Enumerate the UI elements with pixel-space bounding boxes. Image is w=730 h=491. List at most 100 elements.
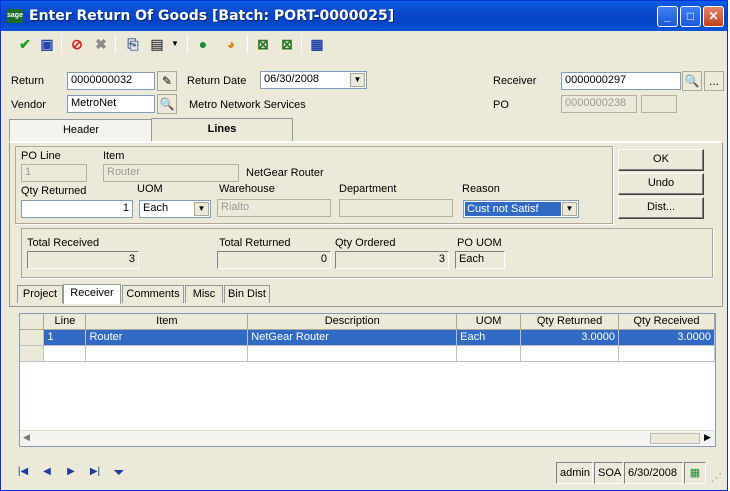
cell-item[interactable]: Router	[85, 329, 249, 346]
app-icon: sage	[7, 9, 23, 23]
copy-icon[interactable]: ⎘	[123, 34, 143, 54]
qty-returned-field[interactable]: 1	[21, 200, 133, 218]
tab-lines[interactable]: Lines	[151, 118, 293, 142]
filter-icon[interactable]: ⊠	[253, 34, 273, 54]
last-record-icon[interactable]: ▶|	[85, 463, 105, 481]
qty-ordered-label: Qty Ordered	[335, 237, 396, 249]
reason-value: Cust not Satisf	[465, 202, 561, 216]
resize-grip-icon[interactable]: ⋰	[711, 471, 722, 484]
return-date-label: Return Date	[187, 75, 247, 87]
department-field	[339, 199, 453, 217]
tab-header[interactable]: Header	[9, 119, 153, 141]
row-selector[interactable]	[20, 329, 45, 346]
add-icon[interactable]: ▦	[684, 462, 706, 484]
table-row[interactable]: 1 Router NetGear Router Each 3.0000 3.00…	[20, 329, 715, 346]
accept-icon[interactable]: ✔	[15, 34, 35, 54]
row-selector-header	[20, 314, 45, 330]
undo-button[interactable]: Undo	[618, 173, 704, 195]
chevron-down-icon[interactable]: ▼	[350, 73, 365, 87]
po-field-suffix	[641, 95, 677, 113]
subtab-receiver[interactable]: Receiver	[63, 284, 121, 304]
table-row-new[interactable]	[20, 345, 715, 362]
receiver-lookup-icon[interactable]: 🔍	[682, 71, 702, 91]
item-description: NetGear Router	[246, 167, 324, 179]
receiver-more-button[interactable]: ...	[704, 71, 724, 91]
status-user: admin	[556, 462, 593, 484]
cell-qty-returned[interactable]: 3.0000	[520, 329, 620, 346]
status-company: SOA	[594, 462, 623, 484]
return-date-field[interactable]: 06/30/2008 ▼	[260, 71, 367, 89]
column-header[interactable]: Line	[43, 314, 87, 330]
window-title: Enter Return Of Goods [Batch: PORT-00000…	[29, 8, 395, 24]
return-label: Return	[11, 75, 45, 87]
total-received-value: 3	[27, 251, 139, 269]
first-record-icon[interactable]: |◀	[13, 463, 33, 481]
po-line-label: PO Line	[21, 150, 61, 162]
save-icon[interactable]: ▣	[37, 34, 57, 54]
department-label: Department	[339, 183, 397, 195]
lines-grid[interactable]: Line Item Description UOM Qty Returned Q…	[19, 313, 716, 447]
close-button[interactable]: ✕	[703, 6, 724, 27]
filter-funnel-icon[interactable]: ⏷	[109, 463, 129, 481]
cell-qty-received[interactable]: 3.0000	[618, 329, 715, 346]
memo-dropdown-icon[interactable]: ▼	[165, 34, 185, 54]
column-header[interactable]: UOM	[456, 314, 522, 330]
row-selector[interactable]	[20, 345, 45, 362]
chart-icon[interactable]: ◕	[221, 34, 241, 54]
po-field: 0000000238	[561, 95, 637, 113]
uom-label: UOM	[137, 183, 163, 195]
next-record-icon[interactable]: ▶	[61, 463, 81, 481]
scroll-right-icon[interactable]: ▶	[704, 432, 711, 443]
uom-select[interactable]: Each ▼	[139, 200, 211, 218]
chevron-down-icon[interactable]: ▼	[562, 202, 577, 216]
warehouse-label: Warehouse	[219, 183, 275, 195]
delete-icon[interactable]: ⊘	[67, 34, 87, 54]
subtab-comments[interactable]: Comments	[122, 285, 184, 303]
scroll-left-icon[interactable]: ◀	[23, 432, 30, 443]
dist-button[interactable]: Dist...	[618, 197, 704, 219]
chevron-down-icon[interactable]: ▼	[194, 202, 209, 216]
cell-line[interactable]: 1	[43, 329, 87, 346]
item-label: Item	[103, 150, 125, 162]
total-returned-label: Total Returned	[219, 237, 291, 249]
vendor-name: Metro Network Services	[189, 99, 306, 111]
maximize-button[interactable]: □	[680, 6, 701, 27]
vendor-field[interactable]: MetroNet	[67, 95, 155, 113]
cell-description[interactable]: NetGear Router	[247, 329, 458, 346]
return-field[interactable]: 0000000032	[67, 72, 155, 90]
minimize-button[interactable]: _	[657, 6, 678, 27]
filter-clear-icon[interactable]: ⊠	[277, 34, 297, 54]
receiver-field[interactable]: 0000000297	[561, 72, 681, 90]
return-lookup-icon[interactable]: ✎	[157, 71, 177, 91]
ok-button[interactable]: OK	[618, 149, 704, 171]
column-header[interactable]: Qty Returned	[520, 314, 620, 330]
vendor-lookup-icon[interactable]: 🔍	[157, 94, 177, 114]
po-uom-value: Each	[455, 251, 505, 269]
item-field: Router	[103, 164, 239, 182]
receiver-label: Receiver	[493, 75, 537, 87]
po-label: PO	[493, 99, 509, 111]
warehouse-field: Rialto	[217, 199, 331, 217]
cell-uom[interactable]: Each	[456, 329, 522, 346]
scroll-thumb[interactable]	[650, 433, 700, 444]
horizontal-scrollbar[interactable]: ◀ ▶	[20, 430, 715, 446]
cancel-icon[interactable]: ✖	[91, 34, 111, 54]
previous-record-icon[interactable]: ◀	[37, 463, 57, 481]
column-header[interactable]: Item	[85, 314, 249, 330]
qty-ordered-value: 3	[335, 251, 449, 269]
return-date-value: 06/30/2008	[264, 73, 320, 85]
reason-select[interactable]: Cust not Satisf ▼	[463, 200, 579, 218]
title-bar: sage Enter Return Of Goods [Batch: PORT-…	[1, 1, 727, 31]
uom-value: Each	[143, 202, 169, 214]
notes-icon[interactable]: ▦	[307, 34, 327, 54]
help-icon[interactable]: ●	[193, 34, 213, 54]
reason-label: Reason	[462, 183, 500, 195]
column-header[interactable]: Description	[247, 314, 458, 330]
memo-icon[interactable]: ▤	[147, 34, 167, 54]
subtab-misc[interactable]: Misc	[185, 285, 223, 303]
subtab-project[interactable]: Project	[17, 285, 63, 303]
total-returned-value: 0	[217, 251, 331, 269]
subtab-bin-dist[interactable]: Bin Dist	[224, 285, 270, 303]
toolbar: ✔ ▣ ⊘ ✖ ⎘ ▤ ▼ ● ◕ ⊠ ⊠ ▦	[5, 32, 725, 56]
column-header[interactable]: Qty Received	[618, 314, 715, 330]
